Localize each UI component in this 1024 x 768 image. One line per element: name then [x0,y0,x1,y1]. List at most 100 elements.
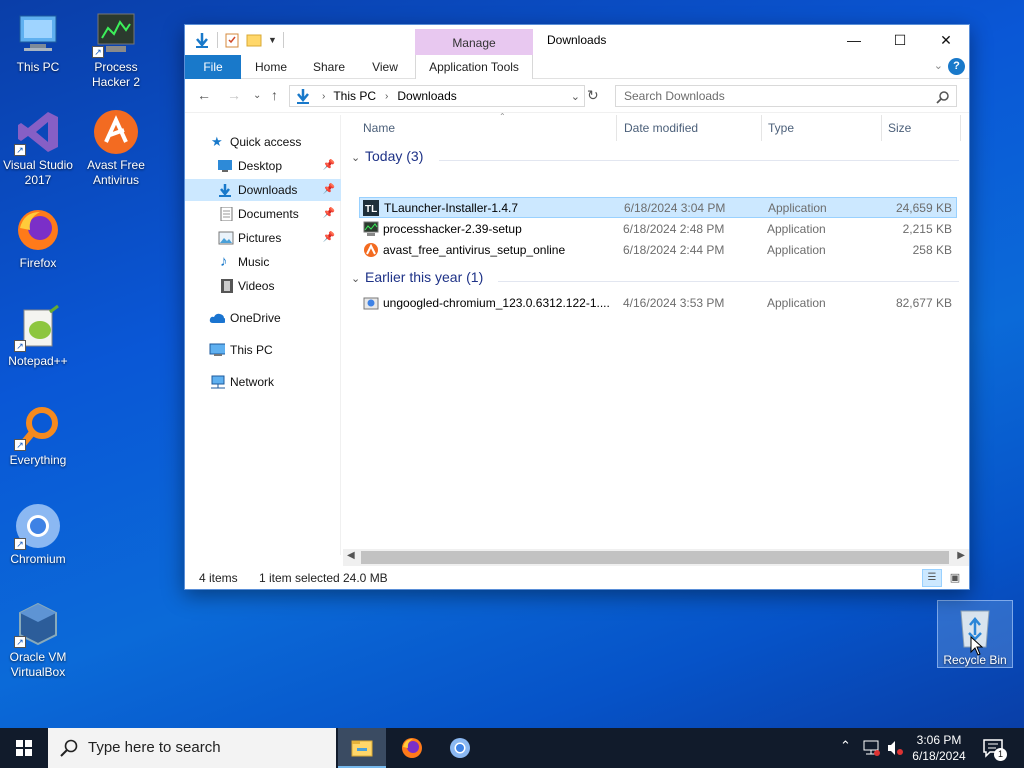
desktop-icon-label: Visual Studio 2017 [3,158,73,187]
sidebar-item-label: Desktop [238,159,283,173]
search-input[interactable]: Search Downloads [615,85,957,107]
breadcrumb-separator-icon: › [322,90,326,102]
desktop-icon-label: Oracle VM VirtualBox [9,650,67,679]
tab-application-tools[interactable]: Application Tools [415,55,533,79]
forward-arrow-icon[interactable]: → [227,87,241,103]
network-status-icon[interactable] [862,740,880,756]
large-icons-view-icon[interactable]: ▣ [945,569,965,587]
taskbar-chromium[interactable] [436,728,484,768]
music-note-icon: ♪ [220,253,228,270]
column-header-date[interactable]: Date modified [624,115,758,141]
show-hidden-icons-chevron-icon[interactable]: ⌃ [840,738,851,754]
file-size: 258 KB [912,243,952,257]
help-icon[interactable]: ? [948,58,965,75]
desktop-icon-process-hacker[interactable]: ↗ Process Hacker 2 [78,10,154,90]
maximize-button[interactable]: ☐ [877,25,923,55]
column-header-name[interactable]: Name [363,115,613,141]
desktop-icon-virtualbox[interactable]: ↗ Oracle VM VirtualBox [0,600,76,680]
recent-locations-chevron-icon[interactable]: ⌄ [253,90,261,101]
down-arrow-icon[interactable] [193,31,211,49]
sidebar-item-videos[interactable]: Videos [185,275,341,297]
volume-muted-icon[interactable] [886,740,904,756]
sidebar-item-documents[interactable]: Documents 📌 [185,203,341,225]
file-row[interactable]: TL TLauncher-Installer-1.4.7 6/18/2024 3… [359,197,957,218]
address-bar-row: ← → ⌄ ↑ › This PC › Downloads ⌄ ↻ Search… [185,79,969,113]
desktop-icon-notepad-plus-plus[interactable]: ↗ Notepad++ [0,304,76,369]
explorer-window: ▼ Manage Downloads — ☐ ✕ File Home Share… [184,24,970,590]
clock[interactable]: 3:06 PM 6/18/2024 [908,732,970,764]
pin-icon: 📌 [322,232,335,243]
scrollbar-thumb[interactable] [361,551,949,564]
tab-home[interactable]: Home [247,55,295,79]
sidebar-item-downloads[interactable]: Downloads 📌 [185,179,341,201]
up-arrow-icon[interactable]: ↑ [271,87,278,103]
sidebar-item-network[interactable]: Network [185,371,341,393]
taskbar-firefox[interactable] [388,728,436,768]
shortcut-arrow-icon: ↗ [14,439,26,451]
sidebar-item-onedrive[interactable]: OneDrive [185,307,341,329]
new-folder-icon[interactable] [246,32,262,48]
customize-toolbar-chevron-icon[interactable]: ▼ [268,35,277,45]
shortcut-arrow-icon: ↗ [92,46,104,58]
minimize-button[interactable]: — [831,25,877,55]
desktop-icon-chromium[interactable]: ↗ Chromium [0,502,76,567]
tab-view[interactable]: View [361,55,409,79]
notification-center-icon[interactable]: 1 [982,738,1007,761]
column-header-size[interactable]: Size [888,115,958,141]
breadcrumb-downloads[interactable]: Downloads [397,89,456,103]
desktop-icon-recycle-bin[interactable]: Recycle Bin [937,600,1013,668]
chromium-icon: ↗ [14,502,62,550]
sidebar-item-pictures[interactable]: Pictures 📌 [185,227,341,249]
cloud-icon [209,313,225,323]
file-row[interactable]: ungoogled-chromium_123.0.6312.122-1.... … [359,293,957,314]
properties-icon[interactable] [224,32,240,48]
desktop-icon-label: Chromium [10,552,66,566]
close-button[interactable]: ✕ [923,25,969,55]
process-hacker-icon [363,221,379,236]
tab-manage[interactable]: Manage [415,29,533,55]
sidebar-item-this-pc[interactable]: This PC [185,339,341,361]
column-header-type[interactable]: Type [768,115,878,141]
desktop-icon-avast[interactable]: Avast Free Antivirus [78,108,154,188]
address-dropdown-chevron-icon[interactable]: ⌄ [571,90,580,103]
file-row[interactable]: avast_free_antivirus_setup_online 6/18/2… [359,240,957,261]
sidebar-item-label: Music [238,255,270,269]
details-view-icon[interactable]: ☰ [922,569,942,587]
taskbar-search-input[interactable]: Type here to search [48,728,336,768]
desktop-icon-label: This PC [16,60,60,74]
desktop-icon-firefox[interactable]: Firefox [0,206,76,271]
shortcut-arrow-icon: ↗ [14,538,26,550]
quick-access-toolbar: ▼ [193,31,284,49]
firefox-icon [402,738,422,758]
desktop-icon-visual-studio[interactable]: ↗ Visual Studio 2017 [0,108,76,188]
file-date: 4/16/2024 3:53 PM [623,296,725,310]
desktop-icon-this-pc[interactable]: This PC [0,10,76,75]
shortcut-arrow-icon: ↗ [14,636,26,648]
refresh-icon[interactable]: ↻ [587,87,599,104]
tab-file[interactable]: File [185,55,241,79]
desktop-icon-everything[interactable]: ↗ Everything [0,403,76,468]
breadcrumb-this-pc[interactable]: This PC [333,89,376,103]
sidebar-item-desktop[interactable]: Desktop 📌 [185,155,341,177]
status-size: 24.0 MB [343,571,388,585]
computer-icon [209,343,225,356]
navigation-pane: ★ Quick access Desktop 📌 Downloads 📌 Doc… [185,115,341,555]
tab-share[interactable]: Share [305,55,353,79]
back-arrow-icon[interactable]: ← [197,87,211,103]
file-type: Application [768,201,827,215]
sidebar-item-quick-access[interactable]: ★ Quick access [185,131,341,153]
scroll-left-icon[interactable]: ◀ [347,550,355,561]
taskbar-file-explorer[interactable] [338,728,386,768]
ribbon-tabs: File Home Share View Application Tools ⌄… [185,55,969,79]
windows-start-icon[interactable] [16,740,32,756]
group-header-today[interactable]: ⌄ Today (3) [351,148,423,164]
file-row[interactable]: processhacker-2.39-setup 6/18/2024 2:48 … [359,219,957,240]
expand-ribbon-chevron-icon[interactable]: ⌄ [934,59,943,72]
address-box[interactable]: › This PC › Downloads ⌄ [289,85,585,107]
pin-icon: 📌 [322,160,335,171]
group-header-earlier-this-year[interactable]: ⌄ Earlier this year (1) [351,269,483,285]
scroll-right-icon[interactable]: ▶ [957,550,965,561]
sidebar-item-music[interactable]: ♪ Music [185,251,341,273]
horizontal-scrollbar[interactable]: ◀ ▶ [343,549,969,566]
network-icon [211,375,225,389]
